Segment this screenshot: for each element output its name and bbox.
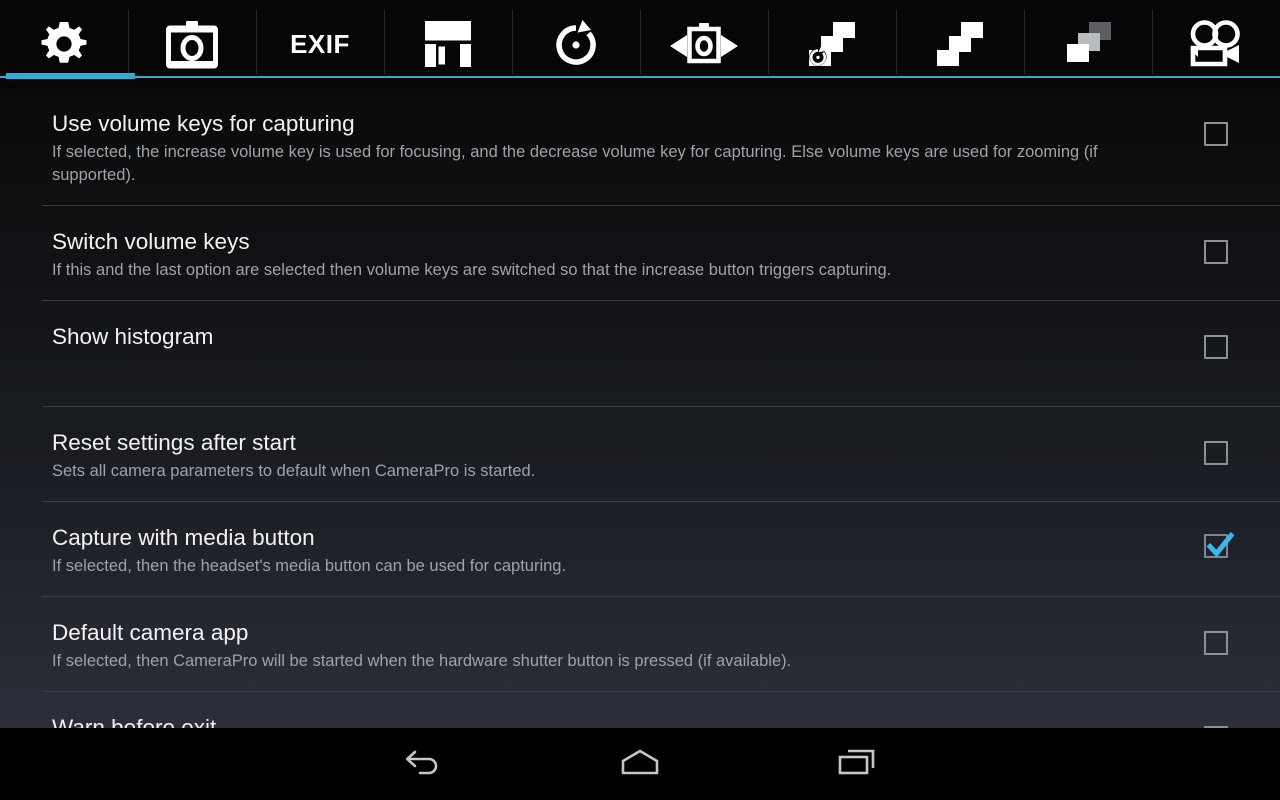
tab-video[interactable] [1152, 0, 1280, 88]
checkmark-icon [1206, 531, 1235, 558]
checkbox-use-volume-keys[interactable] [1204, 122, 1228, 146]
setting-text-block: Default camera app If selected, then Cam… [52, 619, 1186, 673]
setting-title: Default camera app [52, 620, 249, 645]
setting-text-block: Reset settings after start Sets all came… [52, 429, 1186, 483]
timer-icon [512, 13, 640, 75]
panorama-camera-icon [640, 13, 768, 75]
android-navigation-bar [0, 728, 1280, 800]
back-arrow-icon [403, 747, 445, 782]
settings-list: Use volume keys for capturing If selecte… [0, 88, 1280, 728]
exif-text-icon: EXIF [256, 13, 384, 75]
setting-checkbox-cell[interactable] [1186, 323, 1246, 359]
setting-row-capture-with-media-button[interactable]: Capture with media button If selected, t… [0, 502, 1280, 596]
tab-storage[interactable] [384, 0, 512, 88]
floppy-disk-icon [384, 13, 512, 75]
exif-label: EXIF [290, 28, 350, 59]
setting-checkbox-cell[interactable] [1186, 110, 1246, 146]
setting-checkbox-cell[interactable] [1186, 429, 1246, 465]
tab-exif[interactable]: EXIF [256, 0, 384, 88]
setting-checkbox-cell[interactable] [1186, 524, 1246, 558]
setting-row-default-camera-app[interactable]: Default camera app If selected, then Cam… [0, 597, 1280, 691]
setting-text-block: Switch volume keys If this and the last … [52, 228, 1186, 282]
settings-scroll-area[interactable]: Use volume keys for capturing If selecte… [0, 88, 1280, 728]
setting-title: Capture with media button [52, 525, 315, 550]
setting-text-block: Capture with media button If selected, t… [52, 524, 1186, 578]
tab-bracketing[interactable] [1024, 0, 1152, 88]
checkbox-capture-with-media-button[interactable] [1204, 531, 1235, 558]
burst-icon [896, 13, 1024, 75]
video-camera-icon [1152, 13, 1280, 75]
setting-row-use-volume-keys[interactable]: Use volume keys for capturing If selecte… [0, 88, 1280, 205]
setting-row-warn-before-exit[interactable]: Warn before exit [0, 692, 1280, 728]
tab-burst[interactable] [896, 0, 1024, 88]
tab-selftimer[interactable] [512, 0, 640, 88]
setting-checkbox-cell[interactable] [1186, 228, 1246, 264]
checkbox-switch-volume-keys[interactable] [1204, 240, 1228, 264]
tab-timelapse[interactable] [768, 0, 896, 88]
settings-tab-bar: EXIF [0, 0, 1280, 88]
checkbox-reset-settings-after-start[interactable] [1204, 441, 1228, 465]
setting-summary: If selected, then the headset's media bu… [52, 557, 567, 575]
tab-active-indicator [6, 73, 135, 79]
setting-text-block: Use volume keys for capturing If selecte… [52, 110, 1186, 187]
setting-text-block: Warn before exit [52, 714, 1186, 728]
nav-recents-button[interactable] [797, 728, 917, 800]
app-screen: EXIF Use volume keys for capturing If se… [0, 0, 1280, 800]
nav-back-button[interactable] [364, 728, 484, 800]
setting-summary: Sets all camera parameters to default wh… [52, 462, 536, 480]
setting-row-show-histogram[interactable]: Show histogram [0, 301, 1280, 406]
setting-checkbox-cell[interactable] [1186, 619, 1246, 655]
setting-summary: If selected, then CameraPro will be star… [52, 652, 792, 670]
tab-panorama[interactable] [640, 0, 768, 88]
setting-summary: If selected, the increase volume key is … [52, 143, 1098, 184]
camera-icon [128, 13, 256, 75]
setting-checkbox-cell[interactable] [1186, 714, 1246, 728]
checkbox-show-histogram[interactable] [1204, 335, 1228, 359]
setting-title: Switch volume keys [52, 229, 250, 254]
home-icon [617, 747, 663, 782]
bracketing-icon [1024, 13, 1152, 75]
setting-row-reset-settings-after-start[interactable]: Reset settings after start Sets all came… [0, 407, 1280, 501]
burst-timer-icon [768, 13, 896, 75]
recent-apps-icon [835, 746, 879, 783]
nav-home-button[interactable] [580, 728, 700, 800]
setting-title: Show histogram [52, 324, 214, 349]
setting-summary: If this and the last option are selected… [52, 261, 892, 279]
setting-row-switch-volume-keys[interactable]: Switch volume keys If this and the last … [0, 206, 1280, 300]
setting-title: Reset settings after start [52, 430, 296, 455]
checkbox-default-camera-app[interactable] [1204, 631, 1228, 655]
setting-text-block: Show histogram [52, 323, 1186, 351]
setting-title: Use volume keys for capturing [52, 111, 355, 136]
setting-title: Warn before exit [52, 715, 217, 728]
gear-icon [0, 13, 128, 75]
tab-camera[interactable] [128, 0, 256, 88]
tab-underline [0, 76, 1280, 78]
